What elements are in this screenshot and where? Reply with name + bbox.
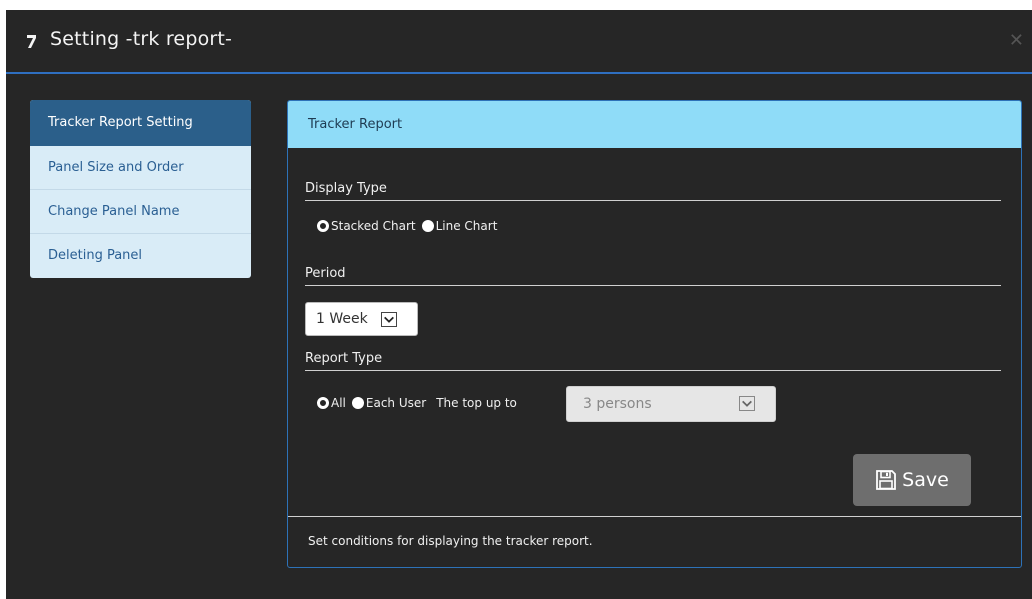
each-user-label[interactable]: Each User	[366, 396, 426, 410]
period-selected-value: 1 Week	[316, 311, 368, 327]
dialog-title: Setting -trk report-	[50, 28, 233, 50]
report-type-options: All Each User The top up to	[317, 396, 523, 410]
save-button[interactable]: Save	[853, 454, 971, 506]
sidebar-item-panel-size-and-order[interactable]: Panel Size and Order	[30, 146, 251, 190]
dialog-titlebar: Setting -trk report- ✕	[6, 10, 1032, 74]
line-chart-radio[interactable]	[421, 220, 434, 232]
top-persons-select[interactable]: 3 persons	[566, 386, 776, 422]
period-title: Period	[305, 266, 1001, 286]
sidebar-item-deleting-panel[interactable]: Deleting Panel	[30, 234, 251, 278]
report-type-title: Report Type	[305, 351, 1001, 371]
panel-footer: Set conditions for displaying the tracke…	[288, 516, 1021, 567]
panel-header: Tracker Report	[288, 101, 1021, 148]
tracker-report-panel: Tracker Report Display Type Stacked Char…	[287, 100, 1022, 568]
all-radio[interactable]	[317, 397, 329, 409]
save-button-label: Save	[902, 469, 949, 491]
close-icon[interactable]: ✕	[1009, 30, 1024, 51]
chevron-down-icon	[739, 396, 755, 411]
settings-sidebar: Tracker Report Setting Panel Size and Or…	[30, 100, 251, 278]
all-label[interactable]: All	[331, 396, 346, 410]
floppy-disk-icon	[876, 470, 897, 490]
top-up-to-label: The top up to	[436, 396, 517, 410]
display-type-title: Display Type	[305, 181, 1001, 201]
line-chart-label[interactable]: Line Chart	[436, 219, 498, 233]
settings-dialog: Setting -trk report- ✕ Tracker Report Se…	[6, 10, 1032, 599]
sidebar-item-change-panel-name[interactable]: Change Panel Name	[30, 190, 251, 234]
chevron-down-icon	[381, 312, 397, 327]
period-select[interactable]: 1 Week	[305, 302, 418, 336]
stacked-chart-radio[interactable]	[317, 220, 329, 232]
display-type-options: Stacked Chart Line Chart	[317, 219, 503, 233]
each-user-radio[interactable]	[351, 397, 364, 409]
wrench-icon	[27, 35, 36, 48]
stacked-chart-label[interactable]: Stacked Chart	[331, 219, 416, 233]
sidebar-item-tracker-report-setting[interactable]: Tracker Report Setting	[30, 100, 251, 146]
top-persons-selected-value: 3 persons	[583, 396, 652, 412]
